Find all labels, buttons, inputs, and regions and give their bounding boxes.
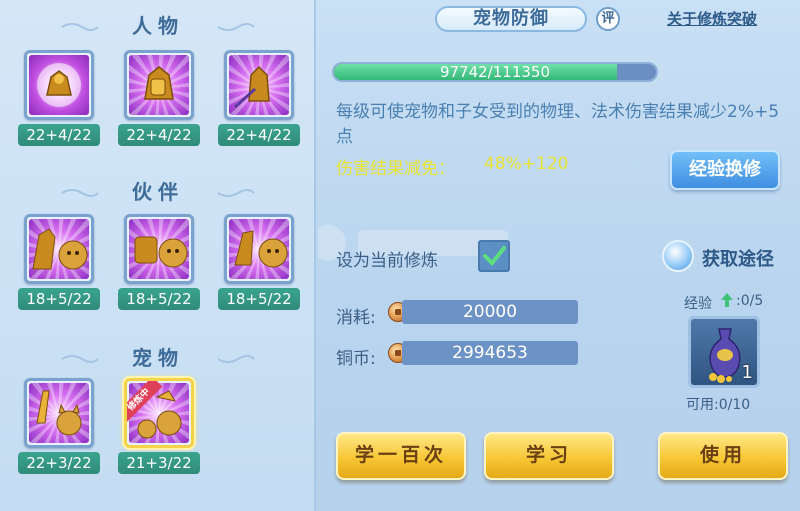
skill-pet-1[interactable]: 22+3/22 bbox=[18, 378, 100, 474]
learn-button[interactable]: 学习 bbox=[484, 432, 614, 480]
golden-shield-warrior-icon bbox=[129, 55, 189, 115]
exp-count: :0/5 bbox=[736, 293, 764, 309]
swirl-ornament-icon bbox=[60, 350, 100, 363]
rate-button[interactable]: 评 bbox=[596, 7, 620, 31]
skill-detail-panel: 宠物防御 评 关于修炼突破 97742/111350 每级可使宠物和子女受到的物… bbox=[318, 0, 800, 511]
breakthrough-info-link[interactable]: 关于修炼突破 bbox=[667, 8, 757, 29]
available-count: 可用:0/10 bbox=[686, 397, 751, 413]
skill-frame bbox=[24, 378, 94, 448]
experience-progress-bar: 97742/111350 bbox=[332, 62, 658, 82]
obtain-source-icon[interactable] bbox=[662, 240, 694, 272]
pet-sword-cat-icon bbox=[29, 383, 89, 443]
section-title-pet: 宠物 bbox=[132, 346, 184, 370]
skill-level: 22+3/22 bbox=[18, 452, 100, 474]
skill-level: 22+4/22 bbox=[118, 124, 200, 146]
cost-value: 20000 bbox=[402, 300, 578, 324]
copper-value: 2994653 bbox=[402, 341, 578, 365]
learn-hundred-button[interactable]: 学一百次 bbox=[336, 432, 466, 480]
golden-spear-warrior-icon bbox=[229, 55, 289, 115]
swirl-ornament-icon bbox=[60, 18, 100, 31]
cost-label: 消耗: bbox=[336, 308, 376, 328]
use-button[interactable]: 使用 bbox=[658, 432, 788, 480]
skill-character-1[interactable]: 22+4/22 bbox=[18, 50, 100, 146]
skill-character-3[interactable]: 22+4/22 bbox=[218, 50, 300, 146]
skill-frame bbox=[24, 50, 94, 120]
skill-level: 22+4/22 bbox=[218, 124, 300, 146]
swirl-ornament-icon bbox=[60, 184, 100, 197]
skill-pet-2-selected[interactable]: 修炼中 21+3/22 bbox=[118, 378, 200, 474]
section-title-character: 人物 bbox=[132, 14, 184, 38]
skill-level: 18+5/22 bbox=[118, 288, 200, 310]
skill-frame bbox=[124, 50, 194, 120]
set-current-training-checkbox[interactable] bbox=[478, 240, 510, 272]
golden-sword-lion-icon bbox=[29, 219, 89, 279]
skill-character-2[interactable]: 22+4/22 bbox=[118, 50, 200, 146]
skill-level: 18+5/22 bbox=[18, 288, 100, 310]
reduction-value: 48%+120 bbox=[484, 154, 569, 174]
swirl-ornament-icon bbox=[216, 18, 256, 31]
checkmark-icon bbox=[483, 246, 506, 266]
swirl-ornament-icon bbox=[216, 350, 256, 363]
item-quantity: 1 bbox=[741, 362, 753, 383]
swirl-ornament-icon bbox=[216, 184, 256, 197]
exp-label: 经验 bbox=[684, 296, 712, 312]
skill-frame bbox=[124, 214, 194, 284]
progress-text: 97742/111350 bbox=[439, 63, 551, 81]
skill-partner-1[interactable]: 18+5/22 bbox=[18, 214, 100, 310]
skill-level: 22+4/22 bbox=[18, 124, 100, 146]
set-current-training-label: 设为当前修炼 bbox=[336, 251, 438, 271]
skill-partner-3[interactable]: 18+5/22 bbox=[218, 214, 300, 310]
arrow-up-icon bbox=[721, 293, 733, 307]
skill-title: 宠物防御 bbox=[435, 6, 587, 32]
section-title-partner: 伙伴 bbox=[132, 180, 184, 204]
skill-description: 每级可使宠物和子女受到的物理、法术伤害结果减少2%+5点 bbox=[336, 102, 780, 147]
obtain-source-link[interactable]: 获取途径 bbox=[702, 245, 774, 271]
skill-partner-2[interactable]: 18+5/22 bbox=[118, 214, 200, 310]
skill-frame bbox=[224, 214, 294, 284]
skill-level: 21+3/22 bbox=[118, 452, 200, 474]
golden-warrior-icon bbox=[29, 55, 89, 115]
copper-label: 铜币: bbox=[336, 349, 376, 369]
skill-frame: 修炼中 bbox=[124, 378, 194, 448]
skill-level: 18+5/22 bbox=[218, 288, 300, 310]
reduction-label: 伤害结果减免： bbox=[336, 159, 455, 179]
golden-shield-lion-icon bbox=[129, 219, 189, 279]
exchange-experience-button[interactable]: 经验换修 bbox=[670, 150, 780, 190]
skill-frame bbox=[24, 214, 94, 284]
skill-list-panel: 人物 22+4/22 22+4/22 22+4/22 伙伴 18+5/22 18… bbox=[0, 0, 316, 511]
training-item-slot[interactable]: 1 bbox=[688, 316, 760, 388]
skill-frame bbox=[224, 50, 294, 120]
golden-claw-lion-icon bbox=[229, 219, 289, 279]
